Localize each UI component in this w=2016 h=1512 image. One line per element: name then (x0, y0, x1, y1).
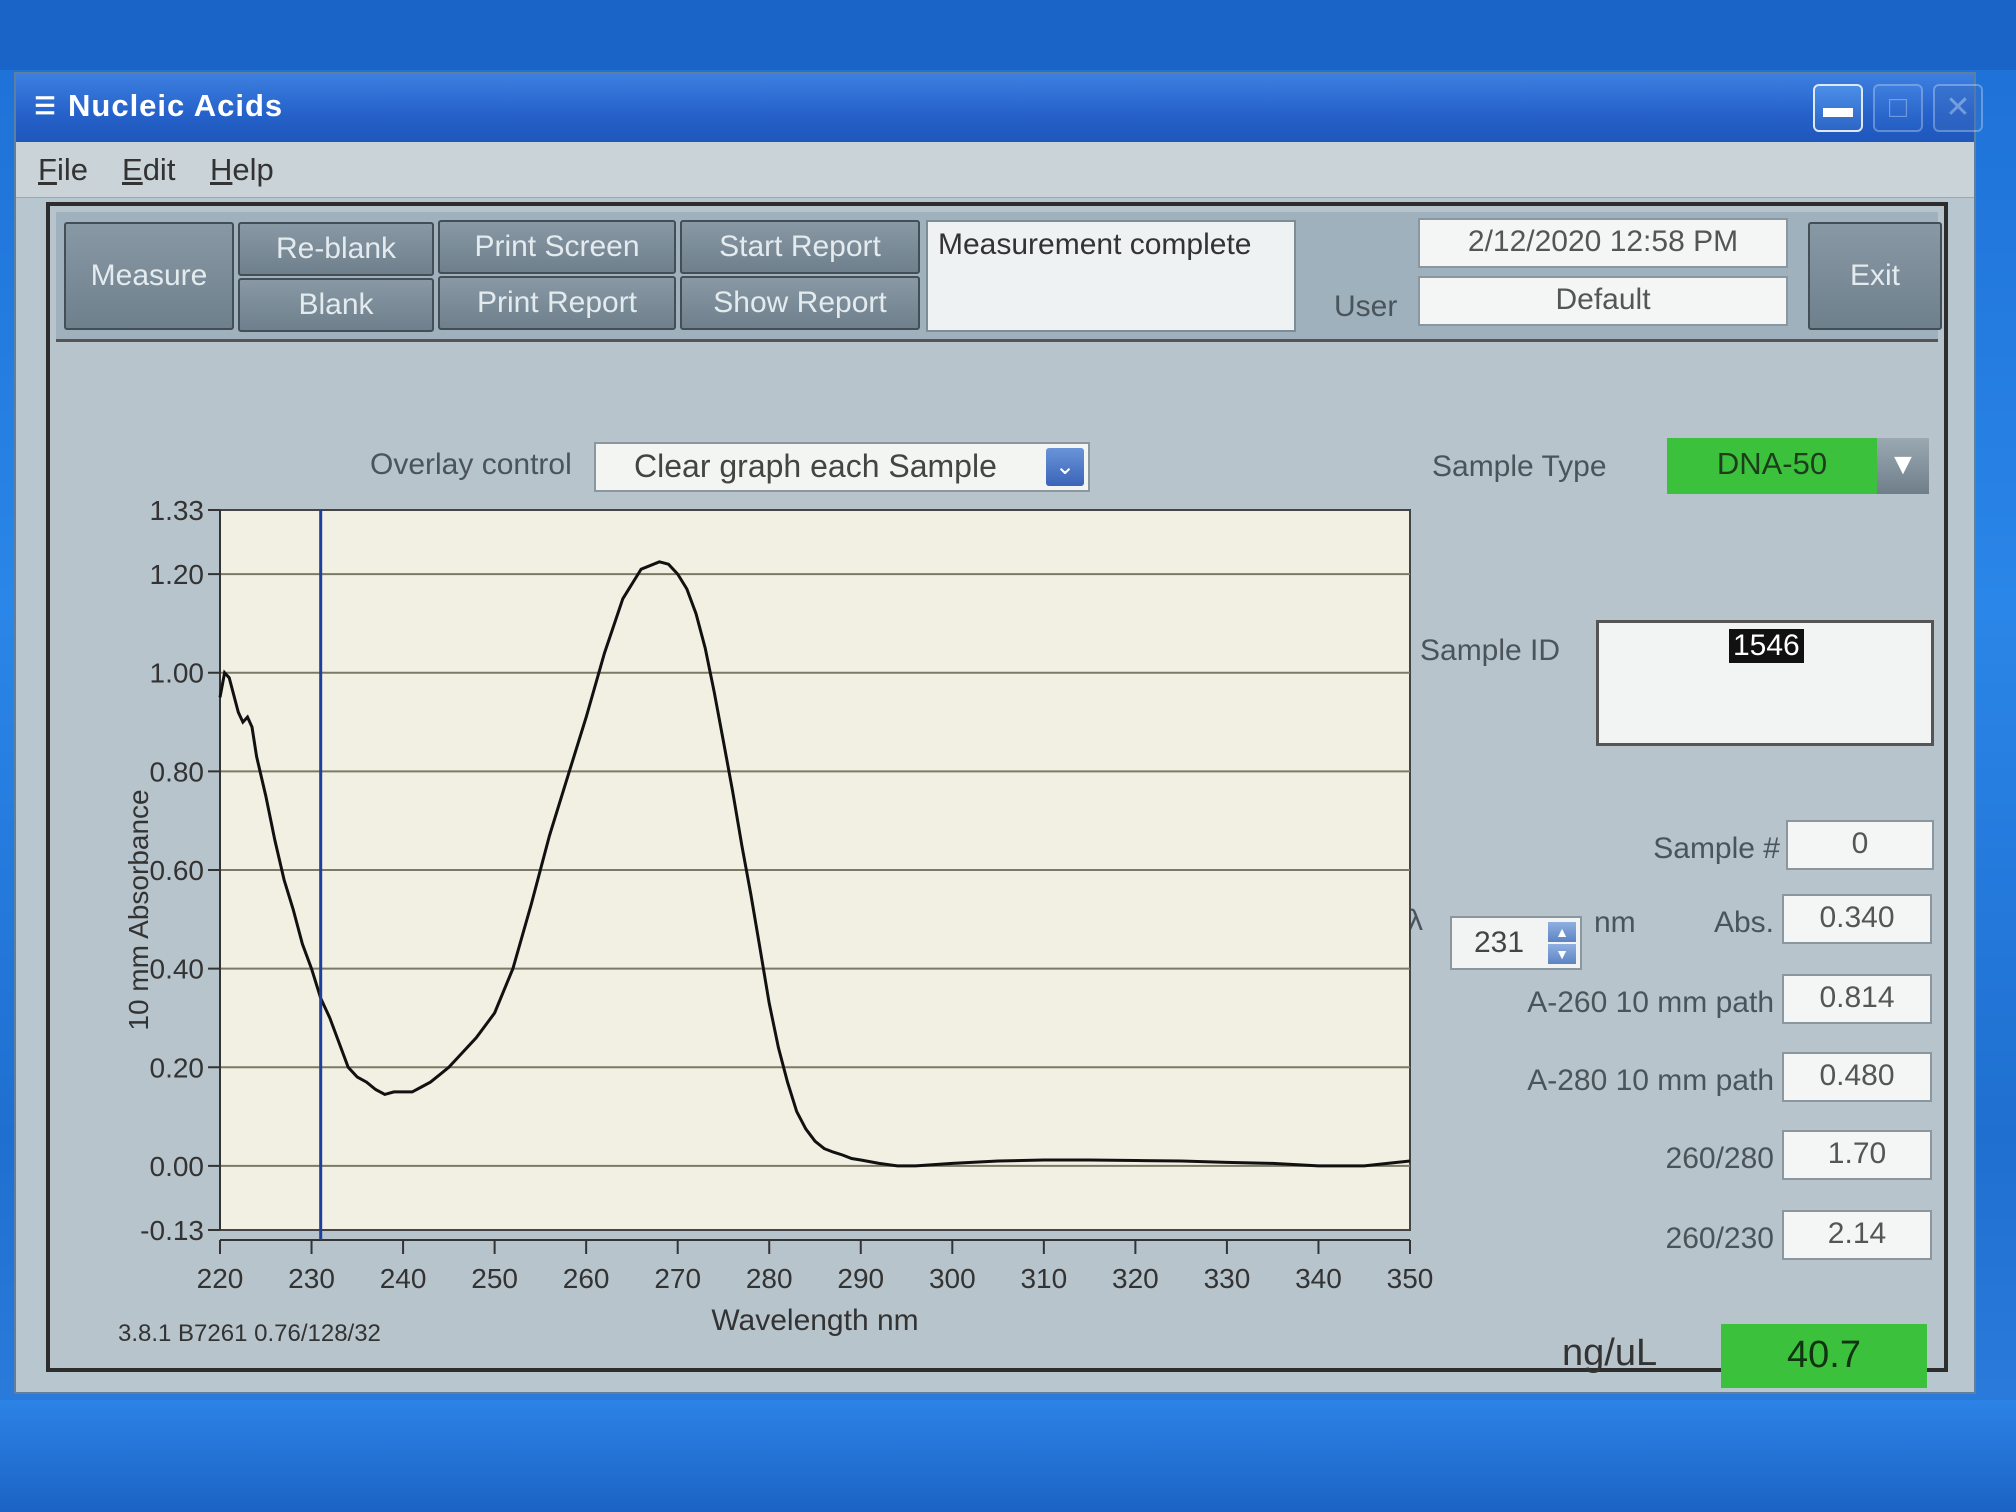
concentration-unit-label: ng/uL (1562, 1332, 1658, 1374)
minimize-button[interactable]: ▬ (1813, 84, 1863, 132)
print-screen-button[interactable]: Print Screen (438, 220, 676, 274)
toolbar: Measure Re-blank Blank Print Screen Prin… (56, 212, 1942, 342)
ratio-260-230-field: 2.14 (1782, 1210, 1932, 1260)
desktop-top (0, 0, 2016, 70)
wavelength-value: 231 (1474, 926, 1525, 959)
x-tick-label: 270 (654, 1263, 701, 1294)
sample-type-label: Sample Type (1432, 450, 1607, 483)
y-tick-label: 0.60 (150, 855, 205, 886)
reblank-button[interactable]: Re-blank (238, 222, 434, 276)
x-tick-label: 340 (1295, 1263, 1342, 1294)
x-tick-label: 310 (1020, 1263, 1067, 1294)
show-report-button[interactable]: Show Report (680, 276, 920, 330)
y-tick-label: -0.13 (140, 1215, 204, 1246)
overlay-label: Overlay control (370, 448, 572, 481)
chevron-down-icon[interactable]: ⌄ (1046, 448, 1084, 486)
sample-num-label: Sample # (1653, 832, 1780, 865)
ratio-260-230-label: 260/230 (1665, 1222, 1774, 1255)
y-tick-label: 0.20 (150, 1052, 205, 1083)
concentration-field: 40.7 (1721, 1324, 1927, 1388)
status-message: Measurement complete (926, 220, 1296, 332)
app-menu-icon[interactable]: ☰ (30, 94, 60, 120)
x-tick-label: 300 (929, 1263, 976, 1294)
menu-edit[interactable]: Edit (122, 152, 175, 188)
menu-file[interactable]: File (38, 152, 88, 188)
measure-button[interactable]: Measure (64, 222, 234, 330)
main-panel: Measure Re-blank Blank Print Screen Prin… (46, 202, 1948, 1388)
ratio-260-280-label: 260/280 (1665, 1142, 1774, 1175)
y-tick-label: 0.40 (150, 954, 205, 985)
y-tick-label: 0.80 (150, 756, 205, 787)
user-field[interactable]: Default (1418, 276, 1788, 326)
x-tick-label: 250 (471, 1263, 518, 1294)
exit-button[interactable]: Exit (1808, 222, 1942, 330)
x-tick-label: 260 (563, 1263, 610, 1294)
a280-label: A-280 10 mm path (1527, 1064, 1774, 1097)
overlay-dropdown[interactable]: Clear graph each Sample ⌄ (594, 442, 1090, 492)
y-axis-label: 10 mm Absorbance (123, 789, 154, 1030)
datetime-display: 2/12/2020 12:58 PM (1418, 218, 1788, 268)
overlay-value: Clear graph each Sample (634, 448, 997, 484)
abs-label: Abs. (1713, 906, 1774, 939)
x-tick-label: 350 (1387, 1263, 1434, 1294)
app-window: ☰ Nucleic Acids ▬ □ ✕ File Edit Help Mea… (14, 72, 1983, 1394)
x-tick-label: 330 (1204, 1263, 1251, 1294)
spin-up-icon[interactable]: ▲ (1548, 922, 1576, 942)
user-label: User (1334, 290, 1398, 323)
wavelength-spinner[interactable]: 231 ▲ ▼ (1450, 916, 1582, 970)
blank-button[interactable]: Blank (238, 278, 434, 332)
sample-id-field[interactable]: 1546 (1596, 620, 1934, 746)
x-tick-label: 280 (746, 1263, 793, 1294)
x-tick-label: 230 (288, 1263, 335, 1294)
maximize-button[interactable]: □ (1873, 84, 1923, 132)
x-tick-label: 320 (1112, 1263, 1159, 1294)
title-bar[interactable]: ☰ Nucleic Acids ▬ □ ✕ (16, 74, 1983, 142)
y-tick-label: 1.33 (150, 495, 205, 526)
y-tick-label: 0.00 (150, 1151, 205, 1182)
x-tick-label: 220 (197, 1263, 244, 1294)
y-tick-label: 1.00 (150, 658, 205, 689)
close-button[interactable]: ✕ (1933, 84, 1983, 132)
sample-type-field[interactable]: DNA-50 (1667, 438, 1877, 494)
a260-field: 0.814 (1782, 974, 1932, 1024)
y-tick-label: 1.20 (150, 559, 205, 590)
a280-field: 0.480 (1782, 1052, 1932, 1102)
x-axis-label: Wavelength nm (711, 1304, 918, 1337)
print-report-button[interactable]: Print Report (438, 276, 676, 330)
x-tick-label: 290 (837, 1263, 884, 1294)
absorbance-chart: 1.33 1.20 1.00 0.80 0.60 0.40 0.20 0.00 -0.13 22… (123, 495, 1434, 1337)
abs-field: 0.340 (1782, 894, 1932, 944)
sample-type-dropdown-arrow-icon[interactable]: ▼ (1877, 438, 1929, 494)
a260-label: A-260 10 mm path (1527, 986, 1774, 1019)
window-title: Nucleic Acids (68, 88, 284, 123)
sample-id-value: 1546 (1729, 629, 1804, 663)
menu-bar: File Edit Help (16, 142, 1974, 198)
wavelength-unit: nm (1594, 906, 1636, 939)
spinner-buttons[interactable]: ▲ ▼ (1548, 922, 1576, 964)
x-tick-label: 240 (380, 1263, 427, 1294)
desktop-bottom (0, 1400, 2016, 1512)
sample-num-field: 0 (1786, 820, 1934, 870)
start-report-button[interactable]: Start Report (680, 220, 920, 274)
ratio-260-280-field: 1.70 (1782, 1130, 1932, 1180)
menu-help[interactable]: Help (210, 152, 274, 188)
spin-down-icon[interactable]: ▼ (1548, 944, 1576, 964)
